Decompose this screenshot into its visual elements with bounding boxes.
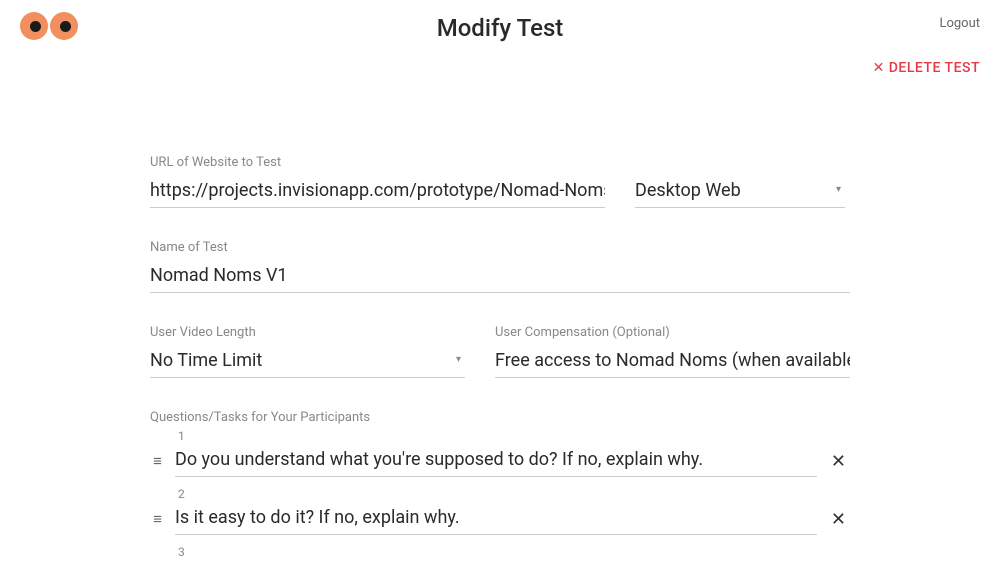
device-label [635,155,845,170]
close-icon: ✕ [831,451,846,471]
drag-handle-icon[interactable]: ≡ [150,510,165,528]
question-number: 3 [178,545,850,559]
question-item: 2 ≡ ✕ [150,487,850,535]
name-label: Name of Test [150,240,850,255]
question-item: 3 [150,545,850,559]
video-length-label: User Video Length [150,325,465,340]
questions-section-label: Questions/Tasks for Your Participants [150,410,850,425]
url-label: URL of Website to Test [150,155,605,170]
compensation-input[interactable] [495,346,850,378]
close-icon: ✕ [831,509,846,529]
remove-question-button[interactable]: ✕ [827,509,850,530]
page-title: Modify Test [437,14,564,42]
device-select[interactable] [635,176,845,208]
question-input[interactable] [175,503,817,535]
url-input[interactable] [150,176,605,208]
delete-test-button[interactable]: ✕ DELETE TEST [873,60,980,76]
question-input[interactable] [175,445,817,477]
eye-icon [50,12,78,40]
question-number: 2 [178,487,850,501]
logout-link[interactable]: Logout [939,16,980,31]
eye-icon [20,12,48,40]
compensation-label: User Compensation (Optional) [495,325,850,340]
remove-question-button[interactable]: ✕ [827,451,850,472]
question-item: 1 ≡ ✕ [150,429,850,477]
logo[interactable] [20,12,78,40]
video-length-select[interactable] [150,346,465,378]
drag-handle-icon[interactable]: ≡ [150,452,165,470]
question-number: 1 [178,429,850,443]
test-name-input[interactable] [150,261,850,293]
close-icon: ✕ [873,60,885,76]
